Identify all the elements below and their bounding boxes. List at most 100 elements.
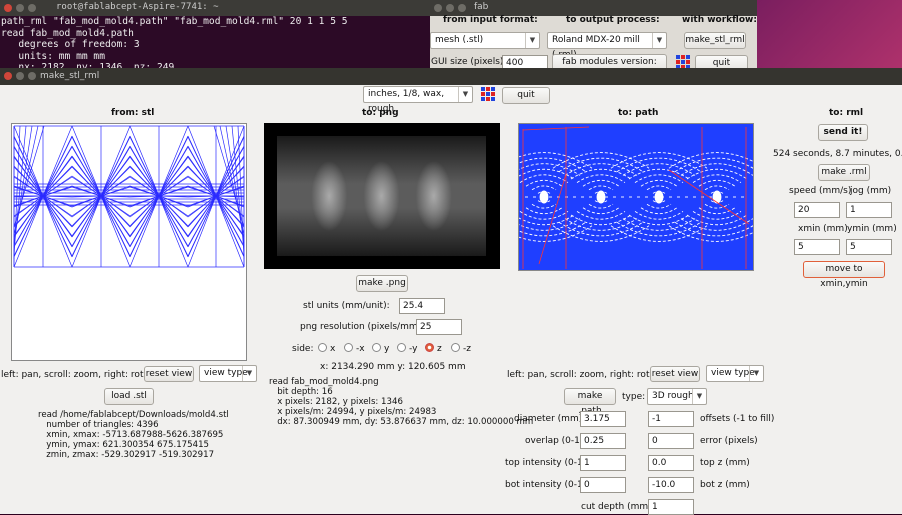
workflow-label: with workflow: xyxy=(682,15,757,25)
close-icon[interactable] xyxy=(4,4,12,12)
maximize-icon[interactable] xyxy=(28,72,36,80)
path-help-text: left: pan, scroll: zoom, right: rotate xyxy=(507,370,665,380)
terminal-line: path_rml "fab_mod_mold4.path" "fab_mod_m… xyxy=(1,16,348,27)
side-radio-neg-y[interactable]: -y xyxy=(397,343,417,354)
path-viewer[interactable] xyxy=(495,123,766,271)
stl-units-label: stl units (mm/unit): xyxy=(303,301,390,311)
png-viewer[interactable] xyxy=(264,123,500,269)
close-icon[interactable] xyxy=(434,4,442,12)
modules-grid-icon[interactable] xyxy=(481,87,495,101)
side-radio-neg-x[interactable]: -x xyxy=(344,343,365,354)
speed-input[interactable]: 20 xyxy=(794,202,840,218)
terminal-line: degrees of freedom: 3 xyxy=(1,39,140,50)
top-z-input[interactable]: 0.0 xyxy=(648,455,694,471)
workflow-button[interactable]: make_stl_rml xyxy=(684,32,746,49)
maximize-icon[interactable] xyxy=(458,4,466,12)
offsets-label: offsets (-1 to fill) xyxy=(700,414,775,424)
stl-viewer[interactable] xyxy=(11,123,247,361)
offsets-input[interactable]: -1 xyxy=(648,411,694,427)
path-type-select[interactable]: 3D rough ▼ xyxy=(647,388,707,405)
path-view-type-select[interactable]: view type ▼ xyxy=(706,365,764,382)
make-png-button[interactable]: make .png xyxy=(356,275,408,292)
side-label: side: xyxy=(292,344,314,354)
fab-title: fab xyxy=(474,2,489,12)
error-label: error (pixels) xyxy=(700,436,758,446)
make-stl-rml-window: make_stl_rml inches, 1/8, wax, rough ▼ qu… xyxy=(0,68,902,515)
load-stl-button[interactable]: load .stl xyxy=(104,388,154,405)
top-intensity-label: top intensity (0-1) xyxy=(505,458,587,468)
input-format-select[interactable]: mesh (.stl) ▼ xyxy=(430,32,540,49)
xmin-label: xmin (mm) xyxy=(798,224,848,234)
preset-select[interactable]: inches, 1/8, wax, rough ▼ xyxy=(363,86,473,114)
overlap-label: overlap (0-1) xyxy=(525,436,584,446)
time-estimate: 524 seconds, 8.7 minutes, 0.15 ho xyxy=(773,149,902,159)
error-input[interactable]: 0 xyxy=(648,433,694,449)
modules-grid-icon[interactable] xyxy=(676,55,690,69)
cut-depth-label: cut depth (mm) xyxy=(581,502,652,512)
png-resolution-input[interactable]: 25 xyxy=(416,319,462,335)
cut-depth-input[interactable]: 1 xyxy=(648,499,694,515)
path-type-label: type: xyxy=(622,392,646,402)
png-resolution-label: png resolution (pixels/mm): xyxy=(300,322,425,332)
chevron-down-icon: ▼ xyxy=(749,366,763,381)
make-path-button[interactable]: make .path xyxy=(564,388,616,416)
main-titlebar: make_stl_rml xyxy=(0,68,902,85)
make-rml-button[interactable]: make .rml xyxy=(818,164,870,181)
main-title: make_stl_rml xyxy=(40,71,100,81)
speed-label: speed (mm/s) xyxy=(789,186,852,196)
move-to-xmin-ymin-button[interactable]: move to xmin,ymin xyxy=(803,261,885,289)
minimize-icon[interactable] xyxy=(446,4,454,12)
chevron-down-icon: ▼ xyxy=(525,33,539,48)
send-it-button[interactable]: send it! xyxy=(818,124,868,141)
close-icon[interactable] xyxy=(4,72,12,80)
diameter-label: diameter (mm) xyxy=(514,414,583,424)
bot-z-input[interactable]: -10.0 xyxy=(648,477,694,493)
terminal-line: units: mm mm mm xyxy=(1,50,105,62)
png-title: to: png xyxy=(362,108,399,118)
overlap-input[interactable]: 0.25 xyxy=(580,433,626,449)
height-map-image xyxy=(277,136,486,256)
stl-reset-view-button[interactable]: reset view xyxy=(144,366,194,382)
rml-title: to: rml xyxy=(829,108,864,118)
top-z-label: top z (mm) xyxy=(700,458,750,468)
toolpath-render xyxy=(495,124,766,270)
png-info: read fab_mod_mold4.png bit depth: 16 x p… xyxy=(269,377,534,427)
chevron-down-icon: ▼ xyxy=(652,33,666,48)
desktop-background xyxy=(757,0,902,75)
chevron-down-icon: ▼ xyxy=(242,366,256,381)
diameter-input[interactable]: 3.175 xyxy=(580,411,626,427)
chevron-down-icon: ▼ xyxy=(458,87,472,102)
cursor-coords: x: 2134.290 mm y: 120.605 mm xyxy=(320,362,466,372)
ymin-input[interactable]: 5 xyxy=(846,239,892,255)
jog-label: jog (mm) xyxy=(850,186,892,196)
terminal-title: root@fablabcept-Aspire-7741: ~ xyxy=(56,2,219,12)
to-process-label: to output process: xyxy=(566,15,660,25)
bot-intensity-input[interactable]: 0 xyxy=(580,477,626,493)
maximize-icon[interactable] xyxy=(28,4,36,12)
terminal-window: root@fablabcept-Aspire-7741: ~ path_rml … xyxy=(0,0,430,75)
path-title: to: path xyxy=(618,108,659,118)
stl-title: from: stl xyxy=(111,108,155,118)
top-intensity-input[interactable]: 1 xyxy=(580,455,626,471)
minimize-icon[interactable] xyxy=(16,4,24,12)
side-radio-x[interactable]: x xyxy=(318,343,335,354)
jog-input[interactable]: 1 xyxy=(846,202,892,218)
gui-size-label: GUI size (pixels): xyxy=(431,57,507,67)
xmin-input[interactable]: 5 xyxy=(794,239,840,255)
stl-units-input[interactable]: 25.4 xyxy=(399,298,445,314)
main-quit-button[interactable]: quit xyxy=(502,87,550,104)
output-process-select[interactable]: Roland MDX-20 mill (.rml)▼ xyxy=(547,32,667,60)
stl-mesh-render xyxy=(13,125,245,268)
ymin-label: ymin (mm) xyxy=(847,224,897,234)
minimize-icon[interactable] xyxy=(16,72,24,80)
fab-titlebar: fab xyxy=(430,0,757,16)
chevron-down-icon: ▼ xyxy=(692,389,706,404)
fab-window: fab from input format: to output process… xyxy=(430,0,757,81)
side-radio-y[interactable]: y xyxy=(372,343,389,354)
stl-view-type-select[interactable]: view type ▼ xyxy=(199,365,257,382)
stl-help-text: left: pan, scroll: zoom, right: rotate xyxy=(1,370,159,380)
side-radio-neg-z[interactable]: -z xyxy=(451,343,471,354)
path-reset-view-button[interactable]: reset view xyxy=(650,366,700,382)
terminal-titlebar: root@fablabcept-Aspire-7741: ~ xyxy=(0,0,430,16)
side-radio-z[interactable]: z xyxy=(425,343,442,354)
